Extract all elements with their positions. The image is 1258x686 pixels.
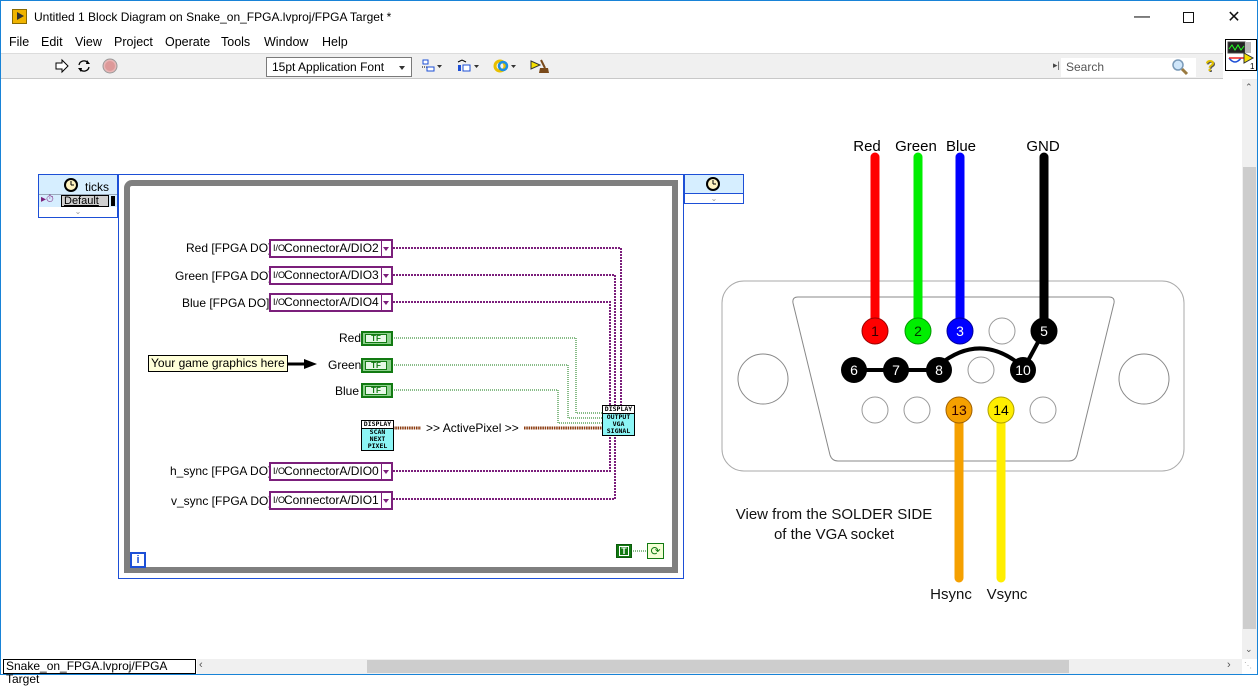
- pin-4: [988, 317, 1016, 345]
- bool-control-blue[interactable]: TF: [361, 383, 393, 398]
- vga-label-vsync: Vsync: [987, 586, 1028, 603]
- io-label-green: Green [FPGA DO]: [175, 269, 272, 283]
- vertical-scrollbar[interactable]: ⌃ ⌄: [1242, 79, 1257, 659]
- io-icon: I/O: [273, 466, 286, 476]
- wire-blue-io: [393, 301, 611, 407]
- wire-vsync-io: [393, 436, 616, 500]
- io-icon: I/O: [273, 270, 286, 280]
- vga-caption-line2: of the VGA socket: [774, 526, 895, 543]
- pin-15: [1029, 396, 1057, 424]
- io-label-red: Red [FPGA DO]: [186, 241, 272, 255]
- scroll-left-icon[interactable]: ‹: [199, 659, 203, 671]
- io-channel-hsync: ConnectorA/DIO0: [284, 464, 379, 478]
- chevron-down-icon[interactable]: [381, 295, 391, 310]
- bool-control-red[interactable]: TF: [361, 331, 393, 346]
- pin-12: [903, 396, 931, 424]
- chevron-down-icon[interactable]: [381, 464, 391, 479]
- pin-1-label: 1: [871, 323, 879, 339]
- subvi-scan-line: PIXEL: [367, 442, 388, 450]
- io-node-green[interactable]: I/O ConnectorA/DIO3: [269, 266, 393, 285]
- vertical-scrollbar-thumb[interactable]: [1243, 167, 1256, 629]
- free-label-note[interactable]: Your game graphics here: [148, 355, 288, 372]
- pin-9: [967, 356, 995, 384]
- pin-5-label: 5: [1040, 323, 1048, 339]
- wire-green-io: [393, 274, 616, 407]
- bool-control-blue-text: TF: [365, 386, 387, 395]
- bool-label-green: Green: [328, 358, 362, 372]
- io-icon: I/O: [273, 297, 286, 307]
- scroll-right-icon[interactable]: ›: [1227, 659, 1231, 671]
- bool-control-green-text: TF: [365, 361, 387, 370]
- wire-red-io: [393, 247, 622, 407]
- true-constant[interactable]: T: [616, 544, 632, 558]
- wire-label-activepixel: >> ActivePixel >>: [426, 421, 519, 435]
- vga-label-blue: Blue: [946, 138, 976, 155]
- vga-label-red: Red: [853, 138, 881, 155]
- bool-label-red: Red: [339, 331, 362, 345]
- pin-10-label: 10: [1015, 362, 1031, 378]
- true-constant-text: T: [619, 546, 629, 556]
- pin-13-label: 13: [951, 402, 967, 418]
- io-channel-vsync: ConnectorA/DIO1: [284, 493, 379, 507]
- io-channel-red: ConnectorA/DIO2: [284, 241, 379, 255]
- mounting-hole-left: [737, 353, 789, 405]
- io-node-vsync[interactable]: I/O ConnectorA/DIO1: [269, 491, 393, 510]
- pin-7-label: 7: [892, 362, 900, 378]
- io-channel-green: ConnectorA/DIO3: [284, 268, 379, 282]
- io-icon: I/O: [273, 495, 286, 505]
- mounting-hole-right: [1118, 353, 1170, 405]
- labview-window: Untitled 1 Block Diagram on Snake_on_FPG…: [0, 0, 1258, 686]
- io-icon: I/O: [273, 243, 286, 253]
- subvi-output-line: SIGNAL: [606, 427, 631, 435]
- io-label-vsync: v_sync [FPGA DO]: [171, 494, 272, 508]
- horizontal-scrollbar-thumb[interactable]: [367, 660, 1069, 673]
- wire-hsync-io: [393, 436, 611, 472]
- io-channel-blue: ConnectorA/DIO4: [284, 295, 379, 309]
- vga-label-hsync: Hsync: [930, 586, 972, 603]
- pin-3-label: 3: [956, 323, 964, 339]
- scroll-up-icon[interactable]: ⌃: [1245, 82, 1253, 93]
- target-indicator[interactable]: Snake_on_FPGA.lvproj/FPGA Target: [3, 659, 196, 686]
- wire-green-bool: [394, 364, 602, 419]
- subvi-output-vga-signal[interactable]: DISPLAY OUTPUT VGA SIGNAL: [602, 405, 635, 436]
- io-node-hsync[interactable]: I/O ConnectorA/DIO0: [269, 462, 393, 481]
- wire-red-bool: [394, 337, 602, 414]
- bool-control-green[interactable]: TF: [361, 358, 393, 373]
- vga-label-green: Green: [895, 138, 937, 155]
- io-node-red[interactable]: I/O ConnectorA/DIO2: [269, 239, 393, 258]
- vga-label-gnd: GND: [1026, 138, 1060, 155]
- resize-grip-icon[interactable]: ⋱: [1244, 661, 1256, 673]
- bool-control-red-text: TF: [365, 334, 387, 343]
- iteration-terminal[interactable]: i: [130, 552, 146, 568]
- pin-6-label: 6: [850, 362, 858, 378]
- vga-pinout-image: Red Green Blue GND 1 2 3 5 6 7 8 10 13 1…: [721, 138, 1185, 603]
- scroll-down-icon[interactable]: ⌄: [1245, 644, 1253, 655]
- bool-label-blue: Blue: [335, 384, 360, 398]
- wire-blue-bool: [394, 389, 602, 424]
- io-label-blue: Blue [FPGA DO]: [182, 296, 270, 310]
- horizontal-scrollbar[interactable]: ‹ ›: [197, 659, 1242, 674]
- loop-condition-terminal[interactable]: ⟳: [647, 543, 664, 559]
- pin-2-label: 2: [914, 323, 922, 339]
- chevron-down-icon[interactable]: [381, 493, 391, 508]
- pin-8-label: 8: [935, 362, 943, 378]
- note-arrow-head: [304, 359, 317, 369]
- chevron-down-icon[interactable]: [381, 268, 391, 283]
- continue-if-true-icon: ⟳: [650, 544, 661, 558]
- vga-caption-line1: View from the SOLDER SIDE: [736, 506, 932, 523]
- io-label-hsync: h_sync [FPGA DO]: [170, 464, 272, 478]
- chevron-down-icon[interactable]: [381, 241, 391, 256]
- io-node-blue[interactable]: I/O ConnectorA/DIO4: [269, 293, 393, 312]
- subvi-scan-next-pixel[interactable]: DISPLAY SCAN NEXT PIXEL: [361, 420, 394, 451]
- pin-11: [861, 396, 889, 424]
- pin-14-label: 14: [993, 402, 1009, 418]
